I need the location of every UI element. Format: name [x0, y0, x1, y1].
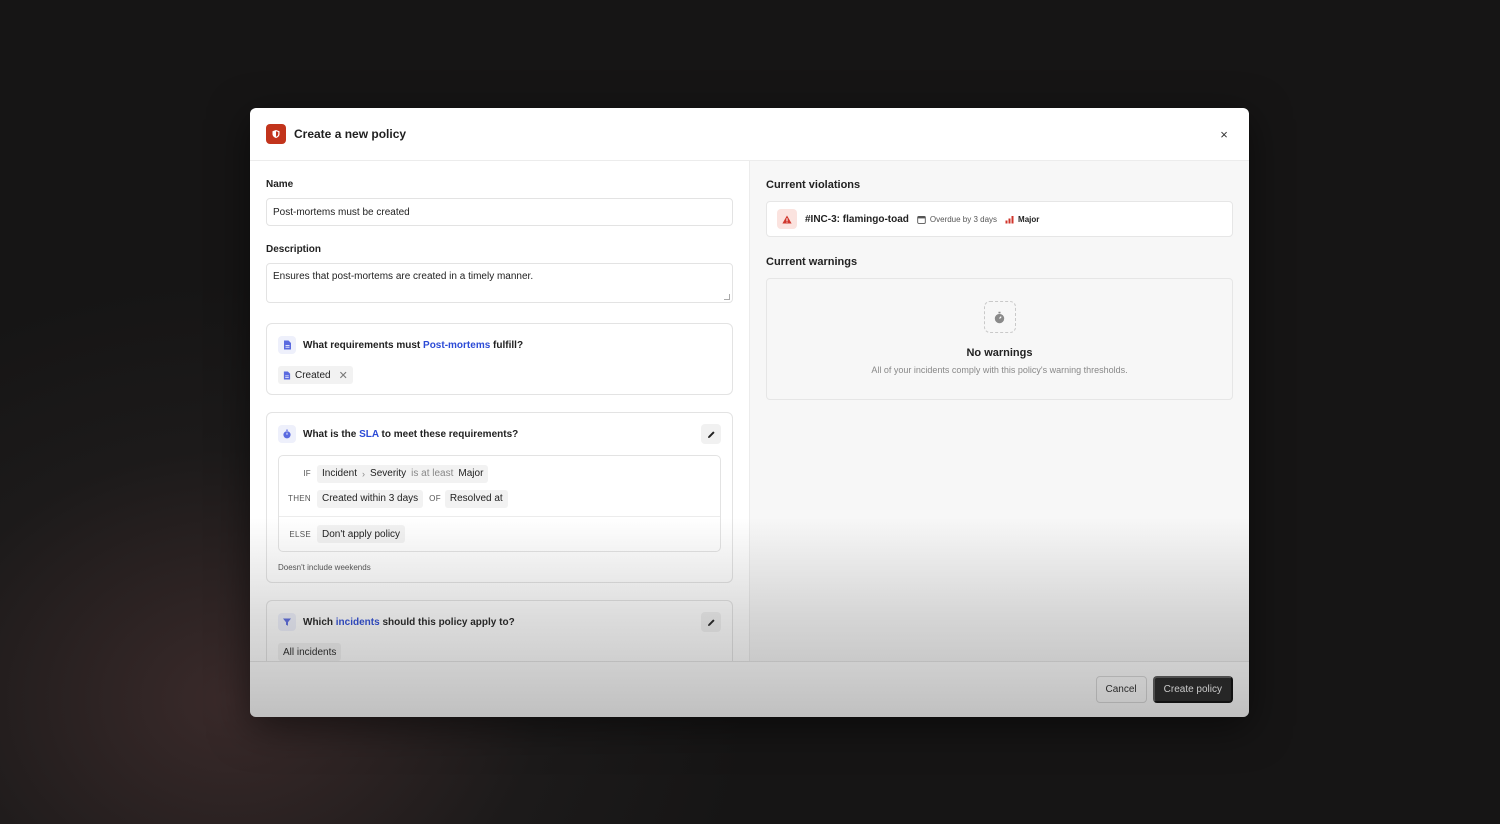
- shield-logo-icon: [266, 124, 286, 144]
- resize-handle[interactable]: [724, 294, 730, 300]
- sla-title: What is the SLA to meet these requiremen…: [303, 428, 519, 440]
- create-policy-modal: Create a new policy × Name Post-mortems …: [250, 108, 1249, 717]
- description-input[interactable]: Ensures that post-mortems are created in…: [266, 263, 733, 303]
- then-pill[interactable]: Created within 3 days: [317, 489, 424, 508]
- cancel-button[interactable]: Cancel: [1095, 676, 1147, 703]
- warnings-title: Current warnings: [766, 256, 858, 268]
- requirements-title: What requirements must Post-mortems fulf…: [303, 339, 524, 351]
- pencil-icon: [707, 430, 715, 438]
- if-keyword: IF: [303, 469, 311, 478]
- edit-scope-button[interactable]: [701, 612, 721, 632]
- scope-card: Which incidents should this policy apply…: [266, 600, 733, 661]
- created-chip[interactable]: Created ✕: [278, 366, 353, 384]
- sla-footnote: Doesn't include weekends: [278, 563, 371, 572]
- else-pill[interactable]: Don't apply policy: [317, 525, 406, 543]
- condition-pill[interactable]: Incident › Severity is at least Major: [317, 464, 489, 483]
- remove-chip-icon[interactable]: ✕: [339, 369, 348, 382]
- warning-icon: [777, 209, 797, 229]
- empty-title: No warnings: [966, 347, 1033, 359]
- chevron-right-icon: ›: [362, 468, 366, 479]
- due-badge: Overdue by 3 days: [917, 215, 997, 224]
- incidents-link[interactable]: incidents: [336, 617, 380, 628]
- violations-title: Current violations: [766, 179, 861, 191]
- close-icon[interactable]: ×: [1215, 125, 1233, 143]
- else-keyword: ELSE: [289, 529, 311, 539]
- calendar-icon: [917, 215, 926, 224]
- document-icon: [283, 371, 291, 379]
- create-policy-button[interactable]: Create policy: [1152, 676, 1233, 703]
- stopwatch-icon: [278, 425, 296, 443]
- post-mortems-link[interactable]: Post-mortems: [423, 340, 490, 351]
- scope-title: Which incidents should this policy apply…: [303, 616, 515, 628]
- name-input[interactable]: Post-mortems must be created: [266, 198, 733, 226]
- description-text: Ensures that post-mortems are created in…: [273, 271, 534, 282]
- empty-description: All of your incidents comply with this p…: [871, 365, 1128, 375]
- violation-item[interactable]: #INC-3: flamingo-toad Overdue by 3 days …: [766, 201, 1233, 237]
- filter-icon: [278, 613, 296, 631]
- warnings-empty-state: No warnings All of your incidents comply…: [766, 278, 1233, 400]
- incident-name: #INC-3: flamingo-toad: [805, 213, 909, 225]
- of-keyword: OF: [429, 494, 441, 503]
- modal-title: Create a new policy: [294, 127, 407, 141]
- modal-footer: Cancel Create policy: [250, 661, 1249, 717]
- modal-header: Create a new policy ×: [250, 108, 1249, 161]
- requirements-card: What requirements must Post-mortems fulf…: [266, 323, 733, 395]
- edit-sla-button[interactable]: [701, 424, 721, 444]
- sla-card: What is the SLA to meet these requiremen…: [266, 412, 733, 583]
- then-keyword: THEN: [288, 494, 311, 503]
- severity-badge: Major: [1005, 215, 1039, 224]
- sla-link[interactable]: SLA: [359, 429, 379, 440]
- document-icon: [278, 336, 296, 354]
- pencil-icon: [707, 618, 715, 626]
- description-label: Description: [266, 244, 322, 255]
- sla-rule-box: IF Incident › Severity is at least Major…: [278, 455, 721, 552]
- policy-form: Name Post-mortems must be created Descri…: [250, 161, 749, 661]
- policy-preview-panel: Current violations #INC-3: flamingo-toad…: [749, 161, 1249, 661]
- scope-pill[interactable]: All incidents: [278, 643, 342, 661]
- stopwatch-icon: [983, 301, 1016, 333]
- severity-bars-icon: [1005, 215, 1014, 223]
- name-label: Name: [266, 179, 294, 190]
- of-pill[interactable]: Resolved at: [444, 489, 508, 508]
